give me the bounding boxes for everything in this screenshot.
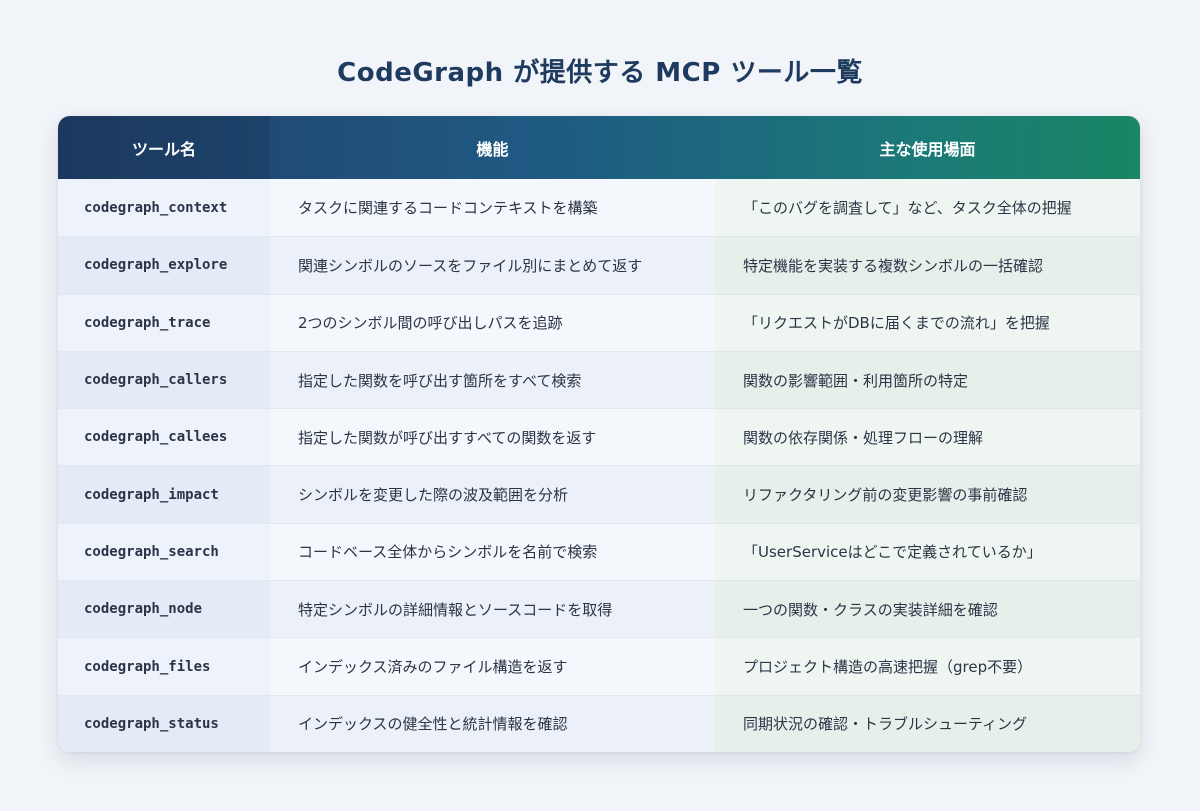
use-case-cell: 一つの関数・クラスの実装詳細を確認 [715,581,1140,638]
tool-name-cell: codegraph_status [58,695,270,752]
table-row: codegraph_trace 2つのシンボル間の呼び出しパスを追跡 「リクエス… [58,293,1140,351]
tool-name-cell: codegraph_context [58,179,270,237]
function-cell: 指定した関数を呼び出す箇所をすべて検索 [270,351,715,409]
function-cell: コードベース全体からシンボルを名前で検索 [270,523,715,581]
use-case-cell: リファクタリング前の変更影響の事前確認 [715,466,1140,523]
table-row: codegraph_context タスクに関連するコードコンテキストを構築 「… [58,179,1140,237]
tool-name-cell: codegraph_node [58,581,270,638]
tool-name-cell: codegraph_trace [58,294,270,351]
table-row: codegraph_search コードベース全体からシンボルを名前で検索 「U… [58,522,1140,581]
use-case-cell: プロジェクト構造の高速把握（grep不要） [715,638,1140,695]
use-case-cell: 「このバグを調査して」など、タスク全体の把握 [715,179,1140,237]
table-header: ツール名 機能 主な使用場面 [58,116,1140,179]
use-case-cell: 「UserServiceはどこで定義されているか」 [715,523,1140,581]
table-row: codegraph_status インデックスの健全性と統計情報を確認 同期状況… [58,694,1140,752]
tool-name-cell: codegraph_explore [58,237,270,294]
table-body: codegraph_context タスクに関連するコードコンテキストを構築 「… [58,179,1140,752]
tool-name-cell: codegraph_callers [58,351,270,409]
function-cell: 2つのシンボル間の呼び出しパスを追跡 [270,294,715,351]
function-cell: インデックスの健全性と統計情報を確認 [270,695,715,752]
table-row: codegraph_callees 指定した関数が呼び出すすべての関数を返す 関… [58,408,1140,466]
tool-name-cell: codegraph_files [58,638,270,695]
use-case-cell: 同期状況の確認・トラブルシューティング [715,695,1140,752]
tool-name-cell: codegraph_impact [58,466,270,523]
tool-name-cell: codegraph_search [58,523,270,581]
use-case-cell: 関数の依存関係・処理フローの理解 [715,409,1140,466]
table-row: codegraph_explore 関連シンボルのソースをファイル別にまとめて返… [58,236,1140,294]
function-cell: インデックス済みのファイル構造を返す [270,638,715,695]
function-cell: シンボルを変更した際の波及範囲を分析 [270,466,715,523]
table-row: codegraph_impact シンボルを変更した際の波及範囲を分析 リファク… [58,465,1140,523]
table-row: codegraph_files インデックス済みのファイル構造を返す プロジェク… [58,637,1140,695]
header-tool-name: ツール名 [58,116,270,179]
tools-table: ツール名 機能 主な使用場面 codegraph_context タスクに関連す… [58,116,1140,752]
header-function: 機能 [476,139,509,159]
function-cell: 指定した関数が呼び出すすべての関数を返す [270,409,715,466]
tool-name-cell: codegraph_callees [58,409,270,466]
function-cell: 関連シンボルのソースをファイル別にまとめて返す [270,237,715,294]
function-cell: 特定シンボルの詳細情報とソースコードを取得 [270,581,715,638]
use-case-cell: 「リクエストがDBに届くまでの流れ」を把握 [715,294,1140,351]
function-cell: タスクに関連するコードコンテキストを構築 [270,179,715,237]
page-title: CodeGraph が提供する MCP ツール一覧 [337,58,863,88]
use-case-cell: 特定機能を実装する複数シンボルの一括確認 [715,237,1140,294]
use-case-cell: 関数の影響範囲・利用箇所の特定 [715,351,1140,409]
table-row: codegraph_callers 指定した関数を呼び出す箇所をすべて検索 関数… [58,350,1140,409]
header-use-case: 主な使用場面 [879,139,976,159]
table-row: codegraph_node 特定シンボルの詳細情報とソースコードを取得 一つの… [58,580,1140,638]
